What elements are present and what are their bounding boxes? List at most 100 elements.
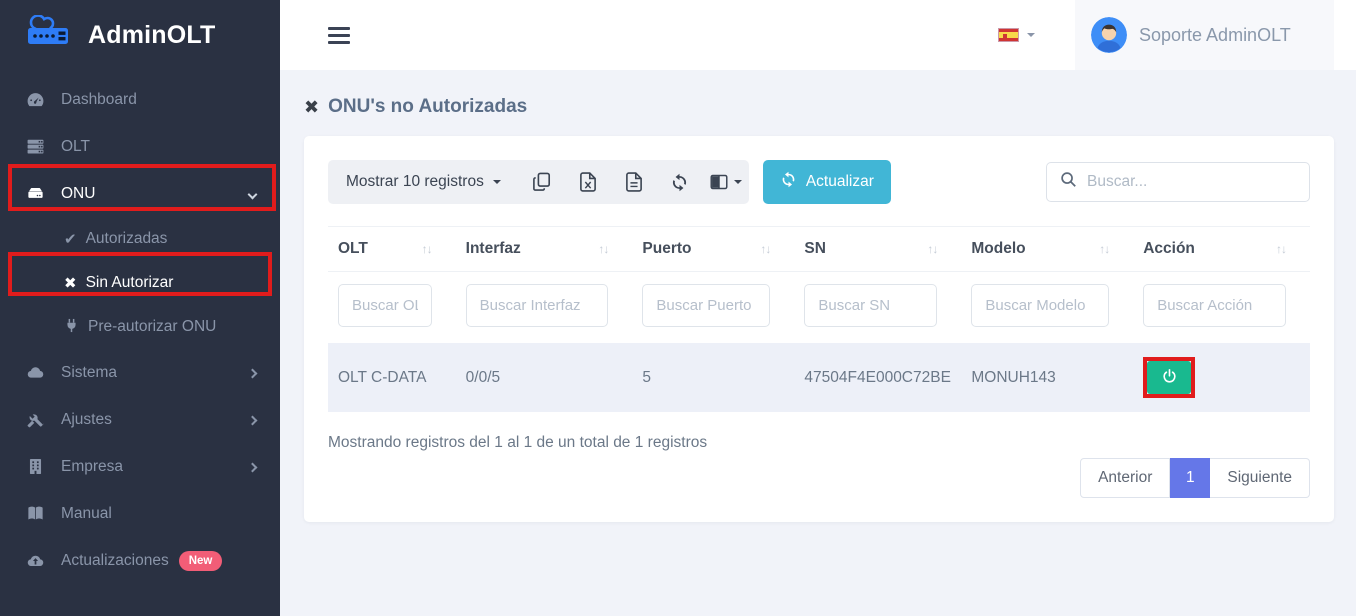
file-icon[interactable] [611, 160, 657, 204]
records-info: Mostrando registros del 1 al 1 de un tot… [328, 434, 707, 452]
table-header-row: OLT↑↓ Interfaz↑↓ Puerto↑↓ SN↑↓ Modelo↑↓ … [328, 227, 1310, 272]
pagination-previous[interactable]: Anterior [1080, 458, 1170, 498]
filter-sn-input[interactable] [804, 284, 937, 327]
page-length-dropdown[interactable]: Mostrar 10 registros [328, 173, 519, 191]
column-header-puerto[interactable]: Puerto↑↓ [632, 227, 794, 272]
datatable-toolbar: Mostrar 10 registros [328, 160, 1310, 204]
caret-down-icon [493, 180, 501, 184]
refresh-icon[interactable] [657, 160, 703, 204]
page-title: ONU's no Autorizadas [328, 96, 527, 118]
user-menu[interactable]: Soporte AdminOLT [1075, 0, 1334, 70]
actualizar-button[interactable]: Actualizar [763, 160, 891, 204]
sidebar-item-label: Autorizadas [86, 230, 168, 248]
cell-accion [1133, 343, 1310, 412]
search-input[interactable] [1087, 173, 1296, 191]
table-filter-row [328, 272, 1310, 344]
actualizar-label: Actualizar [806, 173, 874, 191]
sort-arrows-icon: ↑↓ [760, 242, 770, 256]
sidebar-item-label: Sistema [61, 364, 117, 382]
tools-icon [24, 410, 46, 429]
filter-modelo-input[interactable] [971, 284, 1109, 327]
sidebar-item-actualizaciones[interactable]: Actualizaciones New [0, 537, 280, 584]
sidebar-item-onu[interactable]: ONU [0, 170, 280, 217]
sidebar-item-pre-autorizar[interactable]: Pre-autorizar ONU [0, 305, 280, 349]
column-header-olt[interactable]: OLT↑↓ [328, 227, 456, 272]
filter-interfaz-input[interactable] [466, 284, 609, 327]
sidebar-item-autorizadas[interactable]: ✔ Autorizadas [0, 217, 280, 261]
copy-icon[interactable] [519, 160, 565, 204]
adminolt-app: AdminOLT Dashboard OLT ONU [0, 0, 1356, 616]
chevron-down-icon [249, 187, 256, 201]
sidebar-item-empresa[interactable]: Empresa [0, 443, 280, 490]
filter-puerto-input[interactable] [642, 284, 770, 327]
caret-down-icon [734, 180, 742, 184]
pagination-next[interactable]: Siguiente [1210, 458, 1310, 498]
pagination-page-1[interactable]: 1 [1170, 458, 1210, 498]
gauge-icon [24, 90, 46, 109]
hamburger-menu-icon[interactable] [328, 27, 350, 44]
sidebar-item-label: Dashboard [61, 91, 137, 109]
sidebar-item-olt[interactable]: OLT [0, 123, 280, 170]
topbar: Soporte AdminOLT [280, 0, 1356, 70]
book-icon [24, 504, 46, 523]
sidebar-item-label: Pre-autorizar ONU [88, 318, 216, 336]
content: ✖ ONU's no Autorizadas Mostrar 10 regist… [280, 70, 1356, 616]
avatar [1091, 17, 1127, 53]
table-footer: Mostrando registros del 1 al 1 de un tot… [328, 434, 1310, 498]
excel-icon[interactable] [565, 160, 611, 204]
plug-icon [64, 318, 79, 337]
pagination: Anterior 1 Siguiente [1080, 458, 1310, 498]
cloud-upload-icon [24, 551, 46, 570]
sort-arrows-icon: ↑↓ [422, 242, 432, 256]
column-header-interfaz[interactable]: Interfaz↑↓ [456, 227, 633, 272]
brand-name: AdminOLT [88, 21, 216, 50]
x-icon: ✖ [64, 274, 77, 292]
page-title-row: ✖ ONU's no Autorizadas [304, 96, 1334, 118]
language-dropdown[interactable] [998, 28, 1035, 42]
onu-table: OLT↑↓ Interfaz↑↓ Puerto↑↓ SN↑↓ Modelo↑↓ … [328, 226, 1310, 412]
onu-device-icon [24, 184, 46, 203]
spain-flag-icon [998, 28, 1019, 42]
sidebar-item-label: OLT [61, 138, 90, 156]
main-area: Soporte AdminOLT ✖ ONU's no Autorizadas … [280, 0, 1356, 616]
columns-icon[interactable] [703, 160, 749, 204]
sort-arrows-icon: ↑↓ [598, 242, 608, 256]
cloud-icon [24, 363, 46, 382]
olt-servers-icon [24, 137, 46, 156]
column-header-modelo[interactable]: Modelo↑↓ [961, 227, 1133, 272]
column-header-sn[interactable]: SN↑↓ [794, 227, 961, 272]
sidebar-item-label: Ajustes [61, 411, 112, 429]
datatable-card: Mostrar 10 registros [304, 136, 1334, 522]
sidebar-item-dashboard[interactable]: Dashboard [0, 76, 280, 123]
chevron-right-icon [249, 366, 256, 380]
cell-sn: 47504F4E000C72BE [794, 343, 961, 412]
global-search [1046, 162, 1310, 202]
sidebar-item-label: ONU [61, 185, 95, 203]
cell-modelo: MONUH143 [961, 343, 1133, 412]
cell-puerto: 5 [632, 343, 794, 412]
cell-olt: OLT C-DATA [328, 343, 456, 412]
sidebar-item-sistema[interactable]: Sistema [0, 349, 280, 396]
page-length-label: Mostrar 10 registros [346, 173, 484, 191]
sort-arrows-icon: ↑↓ [1276, 242, 1286, 256]
filter-accion-input[interactable] [1143, 284, 1286, 327]
sidebar-menu: Dashboard OLT ONU ✔ Autorizadas ✖ [0, 70, 280, 584]
sidebar-item-sin-autorizar[interactable]: ✖ Sin Autorizar [0, 261, 280, 305]
caret-down-icon [1027, 33, 1035, 37]
sidebar-item-manual[interactable]: Manual [0, 490, 280, 537]
authorize-power-button[interactable] [1147, 361, 1191, 394]
filter-olt-input[interactable] [338, 284, 432, 327]
brand-logo-icon [26, 15, 78, 56]
x-mark-icon: ✖ [304, 97, 319, 118]
check-icon: ✔ [64, 230, 77, 248]
topbar-right: Soporte AdminOLT [998, 0, 1356, 70]
column-header-accion[interactable]: Acción↑↓ [1133, 227, 1310, 272]
sidebar-item-ajustes[interactable]: Ajustes [0, 396, 280, 443]
topbar-spacer [1334, 0, 1356, 70]
building-icon [24, 457, 46, 476]
sidebar: AdminOLT Dashboard OLT ONU [0, 0, 280, 616]
new-badge: New [179, 551, 223, 571]
brand[interactable]: AdminOLT [0, 0, 280, 70]
search-icon [1060, 171, 1077, 193]
sort-arrows-icon: ↑↓ [1099, 242, 1109, 256]
